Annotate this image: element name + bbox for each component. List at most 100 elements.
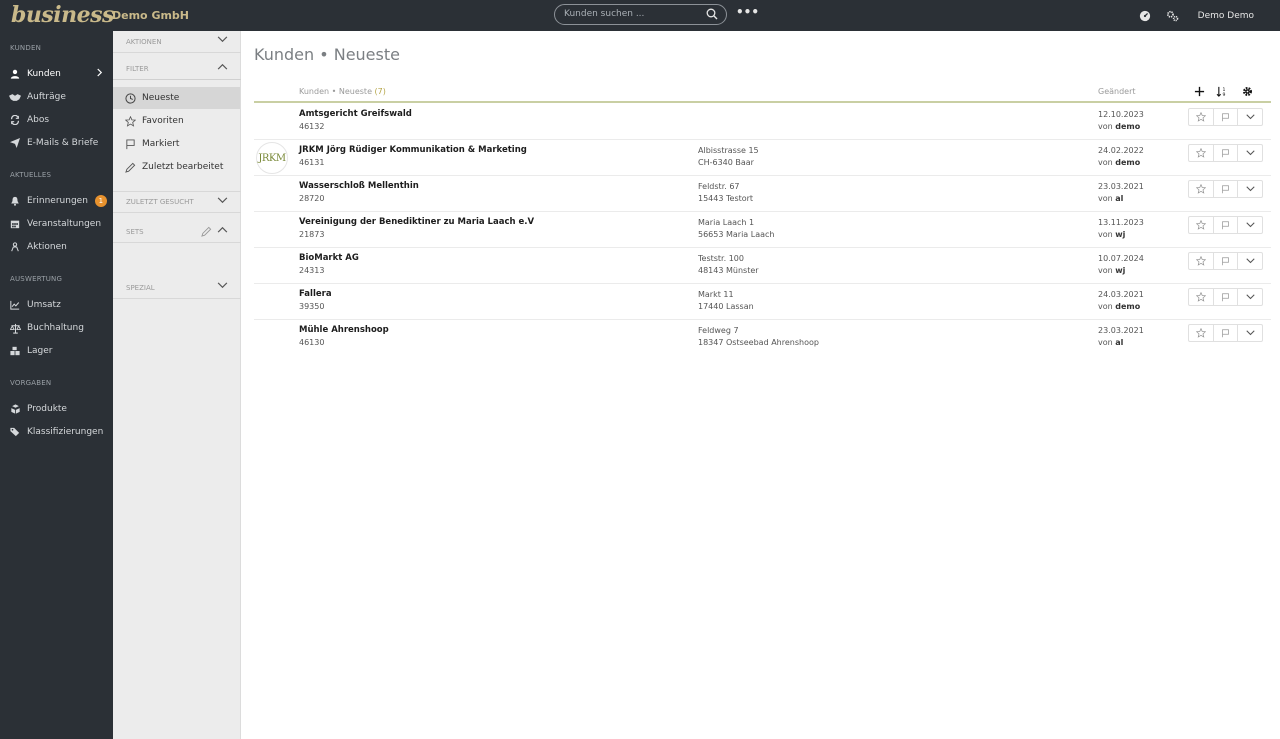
filter-neueste[interactable]: Neueste bbox=[113, 87, 240, 109]
panel-header-aktionen[interactable]: AKTIONEN bbox=[113, 31, 241, 53]
panel-header-zuletzt-gesucht[interactable]: ZULETZT GESUCHT bbox=[113, 191, 241, 213]
app-logo[interactable]: business bbox=[11, 0, 114, 31]
pencil-icon[interactable] bbox=[201, 226, 212, 239]
panel-header-spezial[interactable]: SPEZIAL bbox=[113, 277, 241, 299]
search-icon[interactable] bbox=[706, 8, 718, 20]
row-actions bbox=[1188, 324, 1263, 342]
flag-icon[interactable] bbox=[1214, 289, 1239, 305]
star-icon[interactable] bbox=[1189, 253, 1214, 269]
search-box[interactable] bbox=[554, 4, 727, 25]
customer-number: 39350 bbox=[299, 302, 325, 311]
sidebar-item-veranstaltungen[interactable]: Veranstaltungen bbox=[0, 214, 113, 234]
filter-markiert[interactable]: Markiert bbox=[113, 133, 240, 155]
table-row[interactable]: JRKM JRKM Jörg Rüdiger Kommunikation & M… bbox=[254, 140, 1271, 176]
table-row[interactable]: Vereinigung der Benediktiner zu Maria La… bbox=[254, 212, 1271, 248]
customer-name[interactable]: Fallera bbox=[299, 289, 332, 299]
star-icon[interactable] bbox=[1189, 217, 1214, 233]
sidebar-item-emails[interactable]: E-Mails & Briefe bbox=[0, 133, 113, 153]
customer-name[interactable]: Vereinigung der Benediktiner zu Maria La… bbox=[299, 217, 534, 227]
address-street: Teststr. 100 bbox=[698, 254, 744, 263]
chevron-up-icon[interactable] bbox=[217, 63, 228, 72]
sidebar: KUNDEN Kunden Aufträge Abos E-Mails & Br… bbox=[0, 31, 113, 739]
customer-number: 21873 bbox=[299, 230, 325, 239]
panel-header-label: SETS bbox=[126, 227, 144, 236]
address-city: 15443 Testort bbox=[698, 194, 754, 203]
flag-icon[interactable] bbox=[1214, 181, 1239, 197]
address-street: Maria Laach 1 bbox=[698, 218, 755, 227]
bell-icon bbox=[8, 194, 22, 208]
chevron-down-icon[interactable] bbox=[1238, 253, 1262, 269]
add-icon[interactable] bbox=[1192, 84, 1206, 98]
table-row[interactable]: Amtsgericht Greifswald 46132 12.10.2023 … bbox=[254, 104, 1271, 140]
sidebar-item-label: Buchhaltung bbox=[27, 323, 84, 333]
star-icon[interactable] bbox=[1189, 109, 1214, 125]
chevron-down-icon[interactable] bbox=[217, 36, 228, 45]
sidebar-item-lager[interactable]: Lager bbox=[0, 341, 113, 361]
more-menu-button[interactable]: ••• bbox=[736, 5, 759, 19]
chevron-up-icon[interactable] bbox=[217, 226, 228, 235]
customer-name[interactable]: Wasserschloß Mellenthin bbox=[299, 181, 419, 191]
changed-by-prefix: von bbox=[1098, 230, 1113, 239]
boxes-icon bbox=[8, 344, 22, 358]
sidebar-item-label: Klassifizierungen bbox=[27, 427, 104, 437]
table-row[interactable]: BioMarkt AG 24313 Teststr. 100 48143 Mün… bbox=[254, 248, 1271, 284]
table-row[interactable]: Fallera 39350 Markt 11 17440 Lassan 24.0… bbox=[254, 284, 1271, 320]
star-icon[interactable] bbox=[1189, 181, 1214, 197]
table-row[interactable]: Wasserschloß Mellenthin 28720 Feldstr. 6… bbox=[254, 176, 1271, 212]
star-icon[interactable] bbox=[1189, 289, 1214, 305]
notification-badge: 1 bbox=[94, 195, 107, 207]
flag-icon[interactable] bbox=[1214, 253, 1239, 269]
chevron-down-icon[interactable] bbox=[1238, 325, 1262, 341]
list-title: Kunden • Neueste (7) bbox=[299, 87, 386, 96]
company-name[interactable]: Demo GmbH bbox=[112, 9, 189, 22]
sidebar-item-umsatz[interactable]: Umsatz bbox=[0, 295, 113, 315]
chevron-down-icon[interactable] bbox=[1238, 289, 1262, 305]
customer-name[interactable]: JRKM Jörg Rüdiger Kommunikation & Market… bbox=[299, 145, 527, 155]
settings-gears-icon[interactable] bbox=[1166, 9, 1180, 23]
chart-line-icon bbox=[8, 298, 22, 312]
section-auswertung: AUSWERTUNG bbox=[10, 275, 63, 283]
customer-name[interactable]: Amtsgericht Greifswald bbox=[299, 109, 412, 119]
dashboard-icon[interactable] bbox=[1138, 9, 1152, 23]
star-icon[interactable] bbox=[1189, 325, 1214, 341]
flag-icon[interactable] bbox=[1214, 145, 1239, 161]
flag-icon[interactable] bbox=[1214, 109, 1239, 125]
chevron-down-icon[interactable] bbox=[217, 197, 228, 206]
filter-label: Neueste bbox=[142, 93, 180, 103]
handshake-icon bbox=[8, 90, 22, 104]
filter-zuletzt-bearbeitet[interactable]: Zuletzt bearbeitet bbox=[113, 156, 240, 178]
sidebar-item-buchhaltung[interactable]: Buchhaltung bbox=[0, 318, 113, 338]
customer-number: 24313 bbox=[299, 266, 325, 275]
list-header: Kunden • Neueste (7) Geändert 19 bbox=[254, 81, 1271, 103]
flag-icon[interactable] bbox=[1214, 325, 1239, 341]
panel-header-sets[interactable]: SETS bbox=[113, 221, 241, 243]
sidebar-item-label: Produkte bbox=[27, 404, 67, 414]
sidebar-item-auftraege[interactable]: Aufträge bbox=[0, 87, 113, 107]
sidebar-item-label: Veranstaltungen bbox=[27, 219, 102, 229]
sidebar-item-abos[interactable]: Abos bbox=[0, 110, 113, 130]
gear-icon[interactable] bbox=[1240, 84, 1254, 98]
customer-name[interactable]: BioMarkt AG bbox=[299, 253, 359, 263]
chevron-down-icon[interactable] bbox=[1238, 181, 1262, 197]
user-menu[interactable]: Demo Demo bbox=[1198, 11, 1254, 21]
panel-header-filter[interactable]: FILTER bbox=[113, 58, 241, 80]
sort-icon[interactable]: 19 bbox=[1215, 84, 1229, 98]
sidebar-item-erinnerungen[interactable]: Erinnerungen 1 bbox=[0, 191, 113, 211]
sidebar-item-produkte[interactable]: Produkte bbox=[0, 399, 113, 419]
company-logo: JRKM bbox=[256, 142, 288, 174]
customer-name[interactable]: Mühle Ahrenshoop bbox=[299, 325, 389, 335]
flag-icon[interactable] bbox=[1214, 217, 1239, 233]
search-input[interactable] bbox=[564, 9, 704, 19]
star-icon[interactable] bbox=[1189, 145, 1214, 161]
chevron-down-icon[interactable] bbox=[1238, 109, 1262, 125]
column-header-changed[interactable]: Geändert bbox=[1098, 87, 1136, 96]
sidebar-item-klassifizierungen[interactable]: Klassifizierungen bbox=[0, 422, 113, 442]
filter-favoriten[interactable]: Favoriten bbox=[113, 110, 240, 132]
sidebar-item-kunden[interactable]: Kunden bbox=[0, 64, 113, 84]
address-city: 17440 Lassan bbox=[698, 302, 754, 311]
sidebar-item-aktionen[interactable]: Aktionen bbox=[0, 237, 113, 257]
table-row[interactable]: Mühle Ahrenshoop 46130 Feldweg 7 18347 O… bbox=[254, 320, 1271, 356]
chevron-down-icon[interactable] bbox=[1238, 217, 1262, 233]
chevron-down-icon[interactable] bbox=[217, 282, 228, 291]
chevron-down-icon[interactable] bbox=[1238, 145, 1262, 161]
